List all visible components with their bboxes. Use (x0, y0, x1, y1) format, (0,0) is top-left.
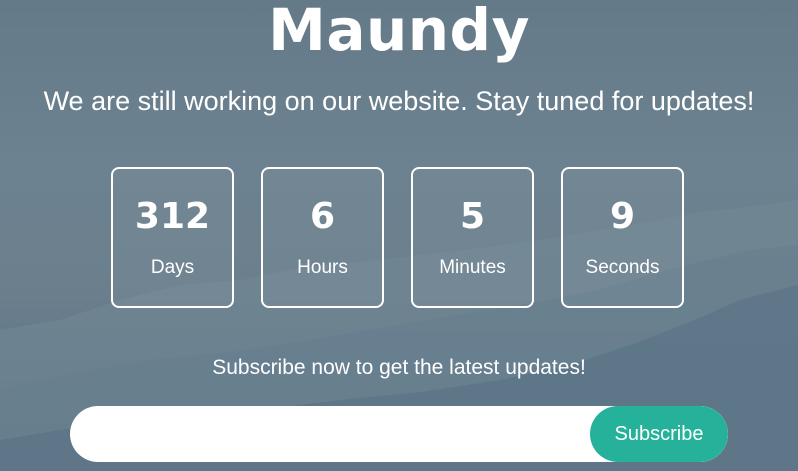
countdown-hours-value: 6 (309, 196, 336, 237)
countdown-days: 312 Days (111, 167, 234, 308)
countdown-minutes-value: 5 (459, 196, 486, 237)
countdown-minutes: 5 Minutes (411, 167, 534, 308)
countdown-seconds-value: 9 (609, 196, 636, 237)
coming-soon-page: Maundy We are still working on our websi… (0, 0, 798, 471)
countdown-minutes-label: Minutes (439, 257, 506, 278)
countdown-hours: 6 Hours (261, 167, 384, 308)
site-tagline: We are still working on our website. Sta… (43, 86, 755, 116)
countdown-days-value: 312 (134, 196, 211, 237)
countdown-seconds-label: Seconds (585, 257, 660, 278)
countdown-hours-label: Hours (297, 257, 348, 278)
email-input[interactable] (70, 406, 590, 462)
subscribe-prompt: Subscribe now to get the latest updates! (212, 356, 586, 379)
subscribe-form: Subscribe (70, 406, 728, 462)
site-title: Maundy (268, 0, 530, 64)
subscribe-button[interactable]: Subscribe (590, 406, 728, 462)
countdown-seconds: 9 Seconds (561, 167, 684, 308)
countdown-days-label: Days (150, 257, 195, 278)
